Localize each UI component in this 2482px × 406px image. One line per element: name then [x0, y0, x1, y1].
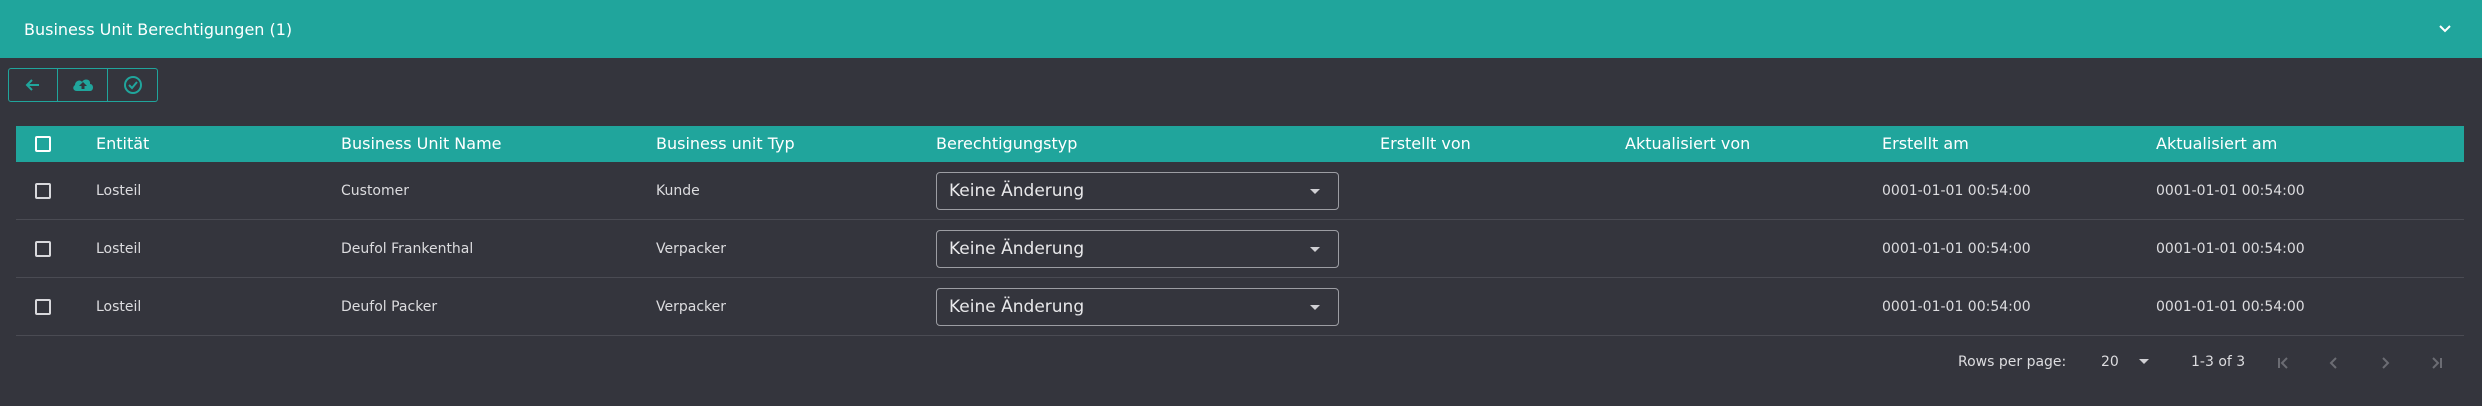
cell-bu-name: Deufol Packer: [341, 299, 438, 315]
first-page-icon: [2278, 357, 2288, 369]
table-row[interactable]: Losteil Customer Kunde Keine Änderung 00…: [16, 162, 2464, 220]
first-page-button[interactable]: [2273, 352, 2295, 374]
rows-per-page-label: Rows per page:: [1958, 354, 2067, 370]
check-circle-icon: [123, 76, 142, 94]
cell-created-at: 0001-01-01 00:54:00: [1882, 299, 2031, 315]
cell-bu-name: Customer: [341, 183, 410, 199]
row-checkbox[interactable]: [35, 183, 51, 199]
dropdown-caret-icon: [1310, 247, 1320, 252]
column-header-updated-by[interactable]: Aktualisiert von: [1625, 126, 1750, 162]
cell-updated-at: 0001-01-01 00:54:00: [2156, 299, 2305, 315]
upload-button[interactable]: [58, 68, 108, 102]
permission-select[interactable]: Keine Änderung: [936, 230, 1339, 268]
rows-per-page-select[interactable]: 20: [2101, 354, 2119, 370]
cell-created-at: 0001-01-01 00:54:00: [1882, 241, 2031, 257]
panel-title: Business Unit Berechtigungen (1): [24, 19, 293, 39]
permission-select-value: Keine Änderung: [949, 239, 1085, 259]
arrow-left-icon: [25, 79, 39, 91]
row-checkbox[interactable]: [35, 241, 51, 257]
last-page-button[interactable]: [2425, 352, 2447, 374]
cell-entity: Losteil: [96, 241, 142, 257]
page-range: 1-3 of 3: [2191, 354, 2246, 370]
previous-page-button[interactable]: [2323, 352, 2345, 374]
column-header-permission-type[interactable]: Berechtigungstyp: [936, 126, 1077, 162]
permissions-table: Entität Business Unit Name Business unit…: [16, 126, 2464, 336]
permission-select-value: Keine Änderung: [949, 297, 1085, 317]
column-header-updated-at[interactable]: Aktualisiert am: [2156, 126, 2277, 162]
column-header-entity[interactable]: Entität: [96, 126, 149, 162]
table-header: Entität Business Unit Name Business unit…: [16, 126, 2464, 162]
panel-header[interactable]: Business Unit Berechtigungen (1): [0, 0, 2482, 58]
table-row[interactable]: Losteil Deufol Packer Verpacker Keine Än…: [16, 278, 2464, 336]
last-page-icon: [2432, 357, 2442, 369]
dropdown-caret-icon: [1310, 189, 1320, 194]
permission-select-value: Keine Änderung: [949, 181, 1085, 201]
back-button[interactable]: [8, 68, 58, 102]
cell-created-at: 0001-01-01 00:54:00: [1882, 183, 2031, 199]
confirm-button[interactable]: [108, 68, 158, 102]
next-page-button[interactable]: [2374, 352, 2396, 374]
column-header-bu-name[interactable]: Business Unit Name: [341, 126, 502, 162]
chevron-left-icon: [2329, 357, 2337, 369]
permission-select[interactable]: Keine Änderung: [936, 172, 1339, 210]
table-row[interactable]: Losteil Deufol Frankenthal Verpacker Kei…: [16, 220, 2464, 278]
row-checkbox[interactable]: [35, 299, 51, 315]
cell-bu-type: Kunde: [656, 183, 700, 199]
column-header-created-at[interactable]: Erstellt am: [1882, 126, 1969, 162]
toolbar: [8, 68, 158, 102]
cell-updated-at: 0001-01-01 00:54:00: [2156, 183, 2305, 199]
rows-per-page-caret-icon[interactable]: [2139, 359, 2149, 364]
cell-bu-type: Verpacker: [656, 241, 726, 257]
cloud-upload-icon: [72, 79, 93, 91]
column-header-bu-type[interactable]: Business unit Typ: [656, 126, 795, 162]
cell-bu-name: Deufol Frankenthal: [341, 241, 474, 257]
column-header-created-by[interactable]: Erstellt von: [1380, 126, 1471, 162]
cell-entity: Losteil: [96, 299, 142, 315]
cell-entity: Losteil: [96, 183, 142, 199]
chevron-right-icon: [2382, 357, 2390, 369]
pagination: Rows per page: 20 1-3 of 3: [0, 350, 2482, 376]
cell-bu-type: Verpacker: [656, 299, 726, 315]
cell-updated-at: 0001-01-01 00:54:00: [2156, 241, 2305, 257]
chevron-down-icon[interactable]: [2436, 20, 2454, 38]
select-all-checkbox[interactable]: [35, 136, 51, 152]
dropdown-caret-icon: [1310, 305, 1320, 310]
permission-select[interactable]: Keine Änderung: [936, 288, 1339, 326]
